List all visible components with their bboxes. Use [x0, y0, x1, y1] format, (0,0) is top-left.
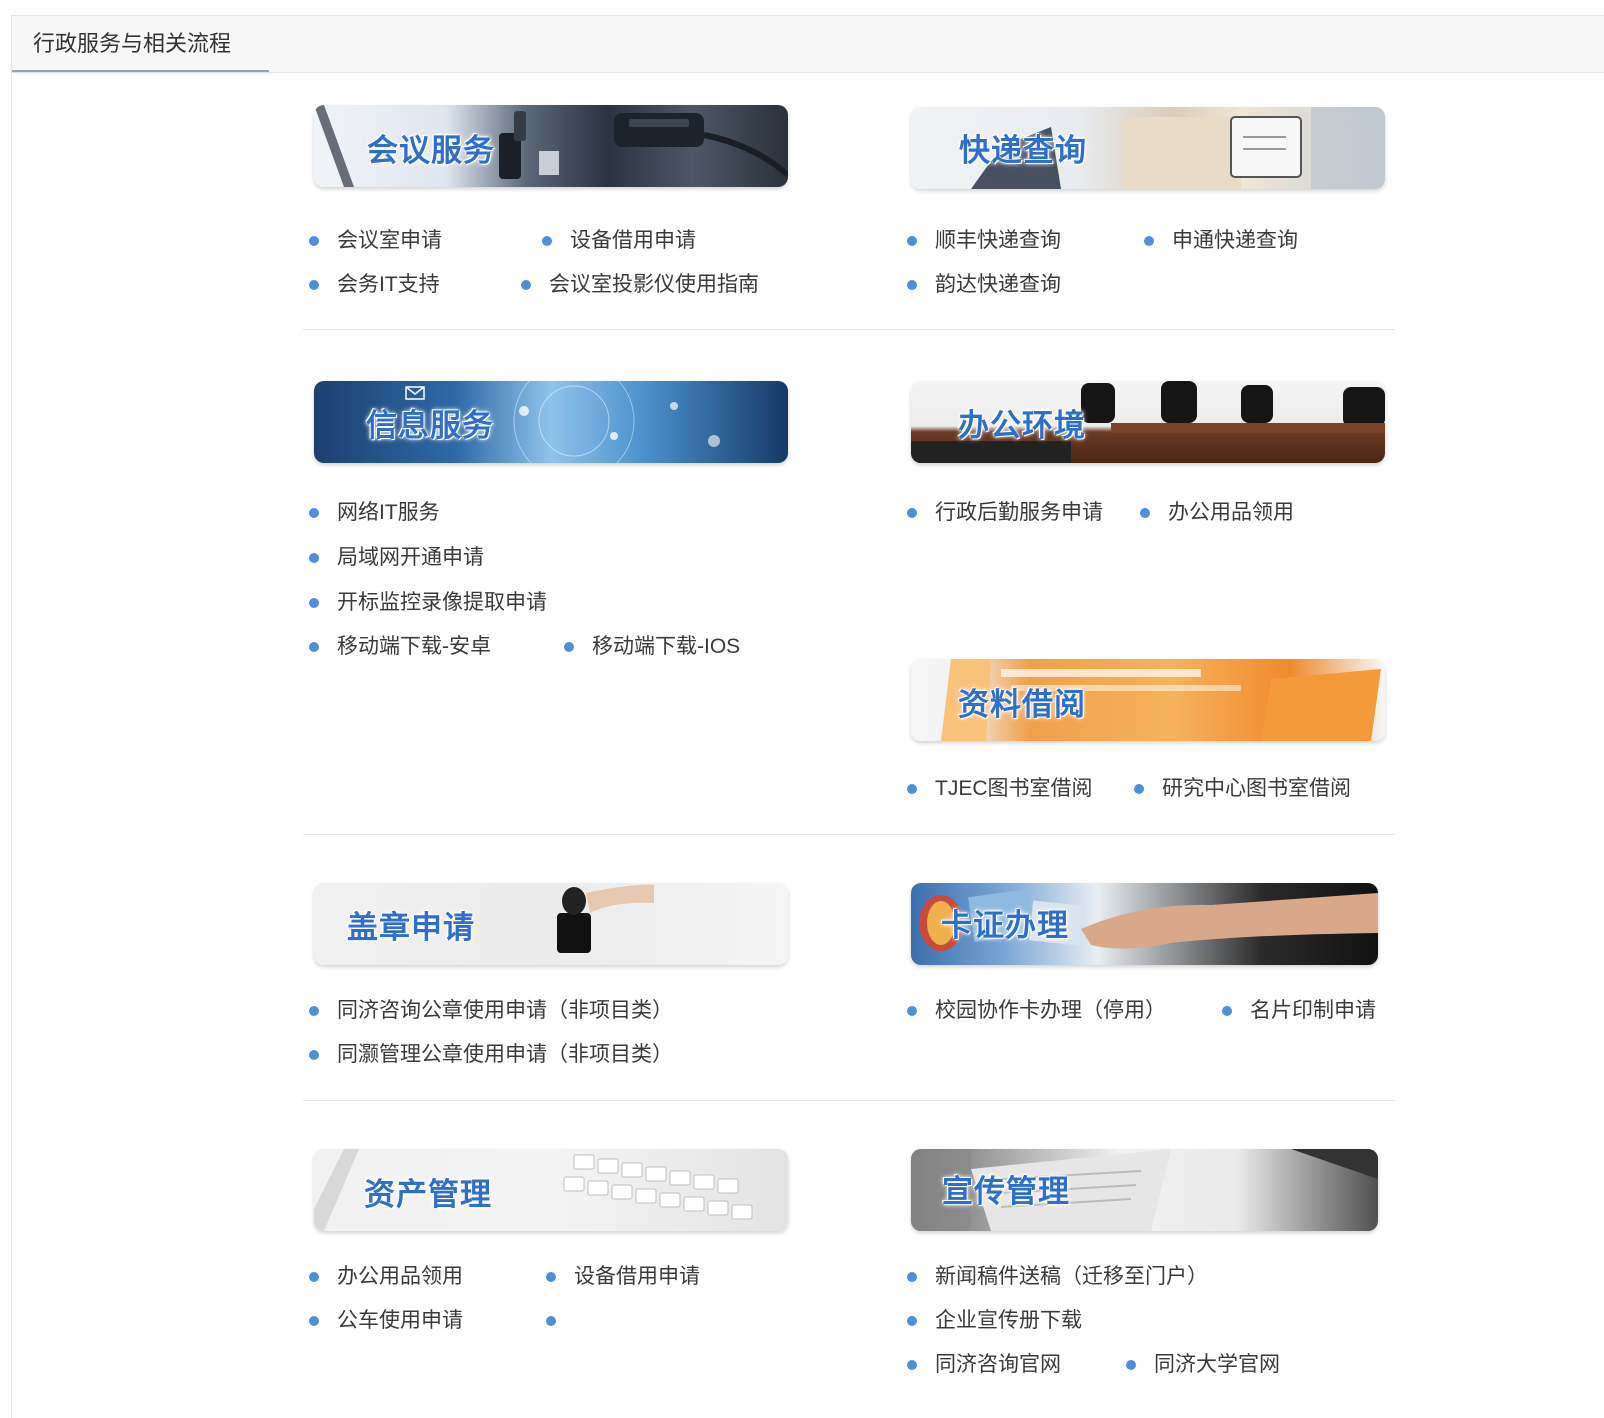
banner-title: 快递查询 — [959, 133, 1087, 168]
banner-seal-application[interactable]: 盖章申请 — [314, 883, 788, 965]
link-label[interactable]: 开标监控录像提取申请 — [337, 590, 547, 616]
link-label[interactable]: 研究中心图书室借阅 — [1162, 776, 1351, 802]
link-label[interactable]: 申通快递查询 — [1172, 228, 1298, 254]
bullet-icon — [542, 236, 552, 246]
link-label[interactable]: 会议室投影仪使用指南 — [549, 272, 759, 298]
link-label[interactable]: 会议室申请 — [337, 228, 442, 254]
bullet-icon — [1140, 508, 1150, 518]
banner-express-query[interactable]: 快递查询 — [911, 107, 1385, 189]
link-label[interactable]: 办公用品领用 — [1168, 500, 1294, 526]
link-label[interactable]: 会务IT支持 — [337, 272, 440, 298]
bullet-icon — [309, 508, 319, 518]
banner-title: 盖章申请 — [347, 910, 475, 945]
bullet-icon — [907, 280, 917, 290]
link-label[interactable]: 设备借用申请 — [574, 1264, 700, 1290]
bullet-icon — [309, 1272, 319, 1282]
link-label[interactable]: 移动端下载-IOS — [592, 634, 740, 660]
banner-title: 宣传管理 — [942, 1174, 1070, 1209]
banner-title: 资产管理 — [364, 1177, 492, 1212]
bullet-icon — [309, 1050, 319, 1060]
link-label[interactable]: 校园协作卡办理（停用） — [935, 998, 1166, 1024]
banner-title: 卡证办理 — [941, 908, 1069, 943]
section-divider — [303, 1100, 1395, 1101]
bullet-icon — [309, 598, 319, 608]
link-label[interactable]: 韵达快递查询 — [935, 272, 1061, 298]
link-label[interactable]: 同灏管理公章使用申请（非项目类） — [337, 1042, 673, 1068]
bullet-icon — [907, 1006, 917, 1016]
link-label[interactable]: 设备借用申请 — [570, 228, 696, 254]
link-label[interactable]: 网络IT服务 — [337, 500, 440, 526]
link-label[interactable]: 顺丰快递查询 — [935, 228, 1061, 254]
bullet-icon — [907, 236, 917, 246]
banner-information-service[interactable]: 信息服务 — [314, 381, 788, 463]
bullet-icon — [546, 1272, 556, 1282]
bullet-icon — [521, 280, 531, 290]
bullet-icon — [907, 784, 917, 794]
banner-meeting-service[interactable]: 会议服务 — [314, 105, 788, 187]
panel-title: 行政服务与相关流程 — [12, 16, 269, 72]
bullet-icon — [564, 642, 574, 652]
bullet-icon — [1134, 784, 1144, 794]
bullet-icon — [309, 642, 319, 652]
link-label[interactable]: 公车使用申请 — [337, 1308, 463, 1334]
banner-card-processing[interactable]: 卡证办理 — [911, 883, 1378, 965]
banner-title: 信息服务 — [366, 408, 494, 443]
section-divider — [303, 834, 1395, 835]
link-label[interactable]: 企业宣传册下载 — [935, 1308, 1082, 1334]
bullet-icon — [309, 236, 319, 246]
bullet-icon — [309, 280, 319, 290]
bullet-icon — [907, 508, 917, 518]
bullet-icon — [1222, 1006, 1232, 1016]
section-divider — [303, 329, 1395, 330]
link-label[interactable]: 移动端下载-安卓 — [337, 634, 491, 660]
banner-material-borrowing[interactable]: 资料借阅 — [911, 659, 1385, 741]
link-label[interactable]: 办公用品领用 — [337, 1264, 463, 1290]
banner-publicity-management[interactable]: 宣传管理 — [911, 1149, 1378, 1231]
banner-office-environment[interactable]: 办公环境 — [911, 381, 1385, 463]
bullet-icon — [309, 1006, 319, 1016]
panel-header: 行政服务与相关流程 — [12, 16, 1604, 73]
link-label[interactable]: 同济咨询官网 — [935, 1352, 1061, 1378]
banner-asset-management[interactable]: 资产管理 — [314, 1149, 788, 1231]
link-label[interactable]: TJEC图书室借阅 — [935, 776, 1093, 802]
banner-title: 资料借阅 — [958, 687, 1086, 722]
link-label[interactable]: 名片印制申请 — [1250, 998, 1376, 1024]
link-label[interactable]: 同济大学官网 — [1154, 1352, 1280, 1378]
link-label[interactable]: 同济咨询公章使用申请（非项目类） — [337, 998, 673, 1024]
bullet-icon — [309, 1316, 319, 1326]
banner-title: 办公环境 — [958, 408, 1086, 443]
bullet-icon — [1144, 236, 1154, 246]
bullet-icon — [907, 1272, 917, 1282]
bullet-icon — [907, 1360, 917, 1370]
banner-title: 会议服务 — [367, 133, 495, 168]
link-label[interactable]: 新闻稿件送稿（迁移至门户） — [935, 1264, 1208, 1290]
link-label[interactable]: 局域网开通申请 — [337, 545, 484, 571]
link-label[interactable]: 行政后勤服务申请 — [935, 500, 1103, 526]
bullet-icon — [546, 1316, 556, 1326]
bullet-icon — [1126, 1360, 1136, 1370]
bullet-icon — [309, 553, 319, 563]
bullet-icon — [907, 1316, 917, 1326]
